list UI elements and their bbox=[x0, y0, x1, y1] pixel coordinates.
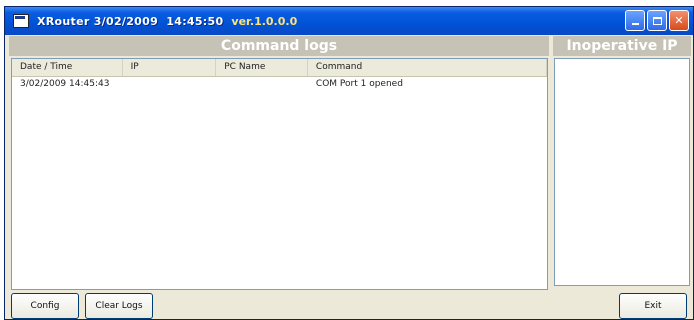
config-button[interactable]: Config bbox=[11, 293, 79, 319]
column-header-ip[interactable]: IP bbox=[123, 59, 217, 76]
column-headers: Date / Time IP PC Name Command bbox=[12, 59, 547, 77]
column-header-date-time[interactable]: Date / Time bbox=[12, 59, 123, 76]
clear-logs-button[interactable]: Clear Logs bbox=[85, 293, 153, 319]
exit-button[interactable]: Exit bbox=[619, 293, 687, 319]
window-controls: ✕ bbox=[625, 10, 689, 31]
cell-pc-name bbox=[216, 77, 308, 91]
table-row[interactable]: 3/02/2009 14:45:43 COM Port 1 opened bbox=[12, 77, 547, 91]
window-title: XRouter 3/02/2009 14:45:50 bbox=[37, 14, 224, 28]
app-icon[interactable] bbox=[13, 14, 29, 28]
cell-date-time: 3/02/2009 14:45:43 bbox=[20, 79, 110, 89]
close-button[interactable]: ✕ bbox=[669, 10, 689, 31]
inoperative-ip-header: Inoperative IP bbox=[553, 36, 691, 56]
column-header-command[interactable]: Command bbox=[308, 59, 547, 76]
command-logs-header: Command logs bbox=[9, 36, 549, 56]
minimize-icon bbox=[631, 23, 639, 25]
title-bar[interactable]: XRouter 3/02/2009 14:45:50 ver.1.0.0.0 ✕ bbox=[5, 7, 693, 35]
version-label: ver.1.0.0.0 bbox=[231, 14, 298, 28]
cell-command: COM Port 1 opened bbox=[315, 79, 403, 89]
command-logs-list[interactable]: Date / Time IP PC Name Command 3/02/2009… bbox=[11, 58, 548, 290]
column-header-pc-name[interactable]: PC Name bbox=[216, 59, 308, 76]
maximize-icon bbox=[652, 16, 662, 25]
cell-ip bbox=[123, 77, 217, 91]
minimize-button[interactable] bbox=[625, 10, 645, 31]
app-window: XRouter 3/02/2009 14:45:50 ver.1.0.0.0 ✕… bbox=[4, 6, 694, 320]
inoperative-ip-list[interactable] bbox=[554, 58, 690, 286]
close-icon: ✕ bbox=[674, 14, 684, 27]
maximize-button[interactable] bbox=[647, 10, 667, 31]
